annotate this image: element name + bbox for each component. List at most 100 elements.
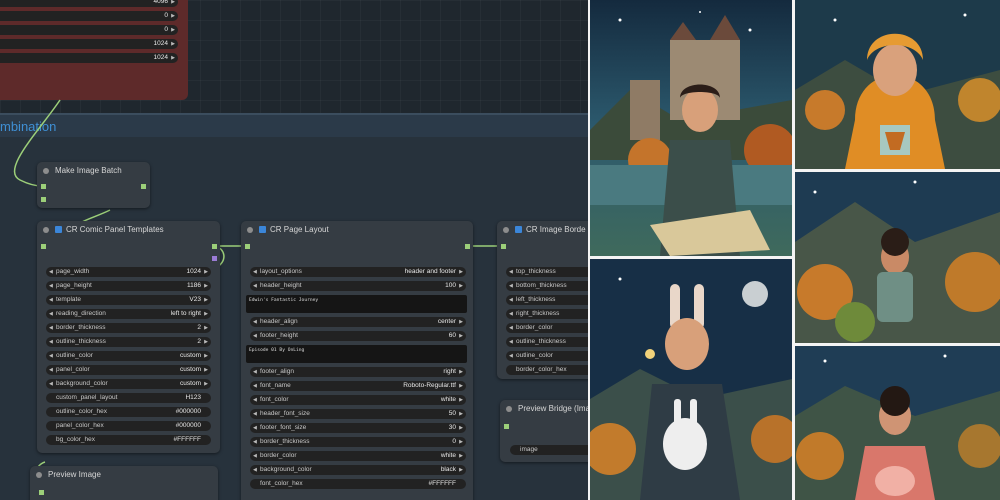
widget-row[interactable]: ◀ font_color white ▶ — [250, 395, 466, 405]
increment-arrow-icon[interactable]: ▶ — [459, 451, 463, 461]
preview-bridge-node[interactable]: Preview Bridge (Ima image — [500, 400, 588, 462]
decrement-arrow-icon[interactable]: ◀ — [253, 331, 257, 341]
widget-row[interactable]: ◀ reading_direction left to right ▶ — [46, 309, 211, 319]
input-port[interactable] — [41, 197, 46, 202]
widget-row[interactable]: ◀ footer_align right ▶ — [250, 367, 466, 377]
widget-row[interactable]: ◀ border_thickness 0 ▶ — [250, 437, 466, 447]
decrement-arrow-icon[interactable]: ◀ — [253, 423, 257, 433]
decrement-arrow-icon[interactable]: ◀ — [253, 317, 257, 327]
increment-arrow-icon[interactable]: ▶ — [171, 0, 175, 7]
collapse-dot[interactable] — [36, 472, 42, 478]
increment-arrow-icon[interactable]: ▶ — [204, 309, 208, 319]
increment-arrow-icon[interactable]: ▶ — [459, 317, 463, 327]
node-title-bar[interactable]: CR Image Borde — [497, 221, 588, 239]
widget-row[interactable]: ◀ border_color white ▶ — [250, 451, 466, 461]
widget-row[interactable]: ◀0▶ — [0, 11, 178, 21]
input-port[interactable] — [41, 244, 46, 249]
decrement-arrow-icon[interactable]: ◀ — [49, 379, 53, 389]
image-border-node[interactable]: CR Image Borde ◀top_thickness▶◀bottom_th… — [497, 221, 588, 379]
top-config-node[interactable]: ◀4096▶ ◀0▶ ◀0▶ ◀width1024▶ ◀height1024▶ — [0, 0, 188, 100]
output-port[interactable] — [465, 244, 470, 249]
decrement-arrow-icon[interactable]: ◀ — [253, 267, 257, 277]
increment-arrow-icon[interactable]: ▶ — [204, 323, 208, 333]
decrement-arrow-icon[interactable]: ◀ — [509, 337, 513, 347]
collapse-dot[interactable] — [503, 227, 509, 233]
increment-arrow-icon[interactable]: ▶ — [459, 423, 463, 433]
node-title-bar[interactable]: Make Image Batch — [37, 162, 150, 180]
node-canvas[interactable]: ◀4096▶◀0▶◀0▶◀width1024▶◀height1024▶ mbin… — [0, 0, 588, 500]
output-port[interactable] — [212, 256, 217, 261]
increment-arrow-icon[interactable]: ▶ — [459, 437, 463, 447]
input-port[interactable] — [501, 244, 506, 249]
widget-row[interactable]: ◀ layout_options header and footer ▶ — [250, 267, 466, 277]
increment-arrow-icon[interactable]: ▶ — [204, 281, 208, 291]
page-layout-node[interactable]: CR Page Layout ◀ layout_options header and… — [241, 221, 473, 500]
increment-arrow-icon[interactable]: ▶ — [171, 39, 175, 49]
output-port[interactable] — [212, 244, 217, 249]
collapse-dot[interactable] — [43, 227, 49, 233]
input-port[interactable] — [39, 490, 44, 495]
increment-arrow-icon[interactable]: ▶ — [459, 395, 463, 405]
decrement-arrow-icon[interactable]: ◀ — [49, 309, 53, 319]
input-port[interactable] — [504, 424, 509, 429]
widget-row[interactable]: ◀border_color▶ — [506, 323, 588, 333]
decrement-arrow-icon[interactable]: ◀ — [49, 281, 53, 291]
increment-arrow-icon[interactable]: ▶ — [204, 295, 208, 305]
footer-text-field[interactable]: Episode 01 By OnLing — [246, 345, 467, 363]
collapse-dot[interactable] — [247, 227, 253, 233]
widget-row[interactable]: ◀right_thickness▶ — [506, 309, 588, 319]
widget-row[interactable]: ◀ footer_font_size 30 ▶ — [250, 423, 466, 433]
widget-row[interactable]: ◀ template V23 ▶ — [46, 295, 211, 305]
input-port[interactable] — [245, 244, 250, 249]
node-title-bar[interactable]: CR Page Layout — [241, 221, 473, 239]
widget-row[interactable]: bg_color_hex #FFFFFF — [46, 435, 211, 445]
widget-row[interactable]: ◀ background_color black ▶ — [250, 465, 466, 475]
increment-arrow-icon[interactable]: ▶ — [204, 379, 208, 389]
decrement-arrow-icon[interactable]: ◀ — [49, 351, 53, 361]
decrement-arrow-icon[interactable]: ◀ — [253, 381, 257, 391]
decrement-arrow-icon[interactable]: ◀ — [253, 437, 257, 447]
widget-row[interactable]: ◀top_thickness▶ — [506, 267, 588, 277]
increment-arrow-icon[interactable]: ▶ — [171, 11, 175, 21]
widget-row[interactable]: ◀height1024▶ — [0, 53, 178, 63]
decrement-arrow-icon[interactable]: ◀ — [509, 351, 513, 361]
group-header[interactable]: mbination — [0, 113, 588, 137]
decrement-arrow-icon[interactable]: ◀ — [49, 267, 53, 277]
widget-row[interactable]: ◀ font_name Roboto-Regular.ttf ▶ — [250, 381, 466, 391]
widget-row[interactable]: ◀ header_align center ▶ — [250, 317, 466, 327]
increment-arrow-icon[interactable]: ▶ — [459, 381, 463, 391]
preview-image-node[interactable]: Preview Image — [30, 466, 218, 500]
decrement-arrow-icon[interactable]: ◀ — [253, 395, 257, 405]
decrement-arrow-icon[interactable]: ◀ — [49, 365, 53, 375]
widget-row[interactable]: ◀ outline_thickness 2 ▶ — [46, 337, 211, 347]
make-image-batch-node[interactable]: Make Image Batch — [37, 162, 150, 208]
increment-arrow-icon[interactable]: ▶ — [459, 331, 463, 341]
increment-arrow-icon[interactable]: ▶ — [459, 465, 463, 475]
widget-row[interactable]: ◀0▶ — [0, 25, 178, 35]
collapse-dot[interactable] — [506, 406, 512, 412]
decrement-arrow-icon[interactable]: ◀ — [49, 295, 53, 305]
increment-arrow-icon[interactable]: ▶ — [204, 351, 208, 361]
decrement-arrow-icon[interactable]: ◀ — [253, 465, 257, 475]
decrement-arrow-icon[interactable]: ◀ — [49, 337, 53, 347]
input-port[interactable] — [41, 184, 46, 189]
node-title-bar[interactable]: Preview Bridge (Ima — [500, 400, 588, 418]
decrement-arrow-icon[interactable]: ◀ — [509, 309, 513, 319]
decrement-arrow-icon[interactable]: ◀ — [253, 409, 257, 419]
decrement-arrow-icon[interactable]: ◀ — [253, 367, 257, 377]
decrement-arrow-icon[interactable]: ◀ — [49, 323, 53, 333]
header-text-field[interactable]: Edwin's Fantastic Journey — [246, 295, 467, 313]
node-title-bar[interactable]: CR Comic Panel Templates — [37, 221, 220, 239]
increment-arrow-icon[interactable]: ▶ — [459, 281, 463, 291]
widget-row[interactable]: border_color_hex — [506, 365, 588, 375]
widget-row[interactable]: ◀ background_color custom ▶ — [46, 379, 211, 389]
widget-row[interactable]: custom_panel_layout H123 — [46, 393, 211, 403]
widget-row[interactable]: ◀ page_width 1024 ▶ — [46, 267, 211, 277]
widget-row[interactable]: ◀ outline_color custom ▶ — [46, 351, 211, 361]
image-input-field[interactable]: image — [510, 445, 588, 455]
increment-arrow-icon[interactable]: ▶ — [459, 267, 463, 277]
output-port[interactable] — [141, 184, 146, 189]
increment-arrow-icon[interactable]: ▶ — [459, 367, 463, 377]
widget-row[interactable]: ◀outline_thickness▶ — [506, 337, 588, 347]
widget-row[interactable]: ◀left_thickness▶ — [506, 295, 588, 305]
